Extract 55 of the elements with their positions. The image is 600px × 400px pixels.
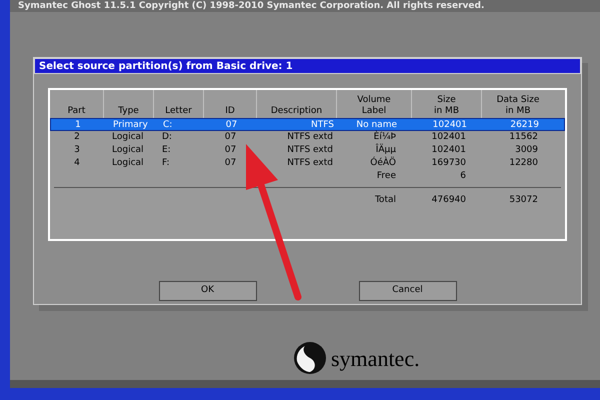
table-cell-text: E: (161, 144, 172, 157)
column-header: Data Size in MB (496, 95, 540, 117)
table-cell-text: 169730 (430, 157, 467, 170)
table-cell-text: NTFS extd (286, 157, 334, 170)
total-label: Total (374, 194, 397, 207)
table-cell-text: Logical (111, 157, 145, 170)
total-size: 476940 (430, 194, 467, 207)
table-cell-text: 3 (73, 144, 81, 157)
column-header: Part (68, 106, 86, 117)
table-cell-text: 2 (73, 131, 81, 144)
total-data-size: 53072 (508, 194, 539, 207)
table-cell-text: D: (161, 131, 173, 144)
table-cell-text: 12280 (508, 157, 539, 170)
table-cell-text: NTFS extd (286, 144, 334, 157)
table-cell-text: 1 (74, 119, 82, 130)
ok-button[interactable]: OK (158, 281, 256, 301)
table-cell-text: Primary (112, 119, 149, 130)
banner-text: Symantec Ghost 11.5.1 Copyright (C) 1998-2010 Symantec Corporation. All rights reserved. (18, 0, 484, 12)
column-header: Type (118, 106, 139, 117)
table-cell-text: ÓéÀÖ (369, 157, 397, 170)
table-cell-text: Èí¼Þ (372, 131, 397, 144)
table-cell-text: 4 (73, 157, 81, 170)
partition-row[interactable]: 4 Logical F: 07 NTFS extd ÓéÀÖ 169730 12280 (50, 157, 565, 170)
table-cell-text: 26219 (509, 119, 540, 130)
logo-text: symantec. (331, 344, 420, 373)
table-cell-text: Logical (111, 144, 145, 157)
table-cell-text: 11562 (508, 131, 539, 144)
table-cell-text: 102401 (432, 119, 468, 130)
column-header: ID (225, 106, 235, 117)
logo-icon (293, 341, 327, 375)
table-cell-text: 07 (224, 157, 238, 170)
cancel-button[interactable]: Cancel (358, 281, 456, 301)
table-cell-text: C: (162, 119, 174, 130)
table-cell-text: 07 (224, 119, 238, 130)
table-cell-text: 102401 (430, 131, 467, 144)
column-header: Description (270, 106, 322, 117)
column-header: Letter (165, 106, 192, 117)
partition-row[interactable]: 1 Primary C: 07 NTFS No name 102401 26219 (50, 118, 565, 131)
table-cell-text: Logical (111, 131, 145, 144)
table-cell-text: NTFS extd (286, 131, 334, 144)
partition-row[interactable]: 3 Logical E: 07 NTFS extd ÎÄµµ 102401 3009 (50, 144, 565, 157)
table-cell-text: ÎÄµµ (374, 144, 397, 156)
dialog-title: Select source partition(s) from Basic drive: 1 (34, 58, 581, 74)
free-size: 6 (459, 170, 467, 183)
table-cell-text: NTFS (310, 119, 335, 130)
free-label: Free (376, 170, 397, 183)
table-cell-text: No name (355, 119, 398, 130)
column-header: Volume Label (357, 95, 391, 117)
table-cell-text: F: (161, 157, 171, 170)
table-cell-text: 102401 (430, 144, 467, 157)
partition-row[interactable]: 2 Logical D: 07 NTFS extd Èí¼Þ 102401 11562 (50, 131, 565, 144)
table-cell-text: 07 (224, 131, 238, 144)
table-cell-text: 3009 (514, 144, 539, 157)
table-cell-text: 07 (224, 144, 238, 157)
column-header: Size in MB (434, 95, 459, 117)
